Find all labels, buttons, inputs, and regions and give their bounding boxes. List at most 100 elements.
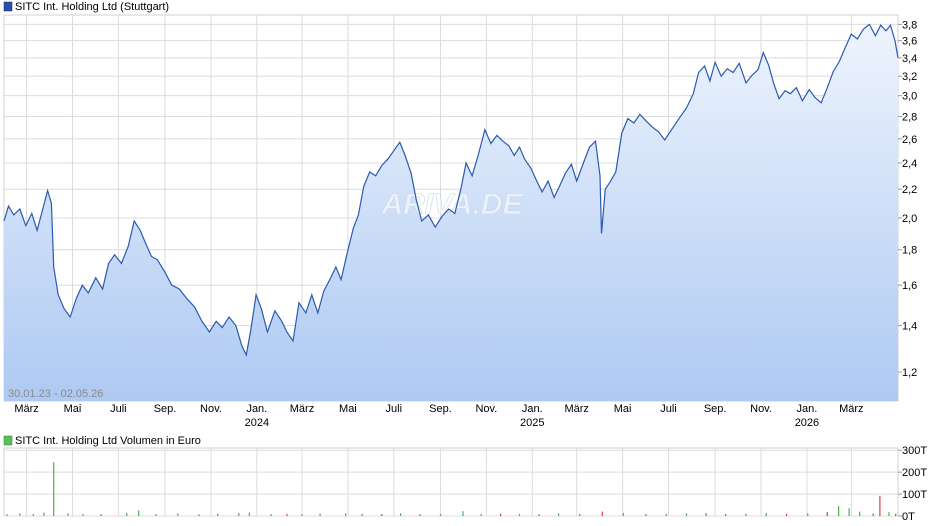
volume-plot-frame: [3, 447, 899, 517]
stock-chart: SITC Int. Holding Ltd (Stuttgart) ARIVA.…: [3, 1, 927, 523]
volume-bar: [622, 512, 624, 516]
volume-y-tick-label: 300T: [902, 445, 927, 457]
price-x-tick-label: Mai: [64, 403, 82, 415]
volume-bar: [480, 514, 482, 516]
volume-bar: [53, 462, 55, 516]
volume-bar: [872, 513, 874, 516]
volume-bar: [238, 513, 240, 516]
price-x-tick-label: Sep.: [154, 403, 177, 415]
price-y-axis: 1,2 1,4 1,6 1,8 2,0 2,2 2,4 2,6 2,8 3,0 3,2 3,4 3,6 3…: [898, 19, 917, 379]
price-x-tick-label: Sep.: [704, 403, 727, 415]
volume-bar: [43, 512, 45, 516]
volume-bar: [601, 511, 603, 516]
volume-bar: [765, 513, 767, 516]
volume-bar: [745, 513, 747, 516]
price-x-year-label: 2024: [245, 417, 269, 429]
volume-bar: [859, 511, 861, 516]
volume-bar: [645, 514, 647, 516]
price-x-tick-label: Nov.: [475, 403, 497, 415]
price-x-tick-label: Sep.: [429, 403, 452, 415]
price-y-tick-label: 3,2: [902, 71, 917, 83]
price-x-tick-label: März: [14, 403, 38, 415]
price-y-tick-label: 3,6: [902, 36, 917, 48]
price-y-tick-label: 3,8: [902, 19, 917, 31]
volume-bar: [32, 513, 34, 516]
volume-bar: [579, 513, 581, 516]
volume-bar: [807, 513, 809, 516]
price-y-tick-label: 2,0: [902, 213, 917, 225]
price-y-tick-label: 2,8: [902, 111, 917, 123]
volume-bar: [270, 514, 272, 516]
date-range-label: 30.01.23 - 02.05.26: [8, 388, 103, 400]
price-x-tick-label: Nov.: [200, 403, 222, 415]
price-x-year-label: 2025: [520, 417, 544, 429]
price-y-tick-label: 1,8: [902, 245, 917, 257]
volume-bar: [786, 513, 788, 516]
price-y-tick-label: 3,4: [902, 53, 917, 65]
volume-bar: [217, 513, 219, 516]
volume-bar: [345, 513, 347, 516]
volume-bar: [286, 513, 288, 516]
volume-bar: [67, 513, 69, 516]
volume-bar: [826, 512, 828, 516]
volume-bar: [361, 513, 363, 516]
price-x-tick-label: Nov.: [750, 403, 772, 415]
volume-bar: [82, 513, 84, 516]
price-y-tick-label: 3,0: [902, 91, 917, 103]
volume-bar: [538, 514, 540, 516]
price-x-tick-label: März: [290, 403, 314, 415]
volume-bar: [400, 513, 402, 516]
price-legend-label: SITC Int. Holding Ltd (Stuttgart): [15, 1, 169, 13]
volume-bar: [248, 512, 250, 516]
volume-legend-swatch: [3, 435, 13, 446]
volume-bar: [879, 495, 881, 516]
price-x-tick-label: Jan.: [797, 403, 818, 415]
volume-y-axis: 0T 100T 200T 300T: [898, 445, 927, 523]
price-x-tick-label: Mai: [339, 403, 357, 415]
volume-bar: [419, 514, 421, 516]
volume-y-tick-label: 0T: [902, 511, 915, 523]
volume-bar: [100, 514, 102, 516]
volume-bar: [705, 512, 707, 516]
price-x-tick-label: Juli: [110, 403, 127, 415]
price-y-tick-label: 1,6: [902, 280, 917, 292]
price-x-year-label: 2026: [795, 417, 819, 429]
volume-bar: [888, 512, 890, 516]
price-y-tick-label: 1,2: [902, 367, 917, 379]
volume-bar: [558, 513, 560, 516]
watermark: ARIVA.DE: [380, 188, 523, 221]
volume-legend-label: SITC Int. Holding Ltd Volumen in Euro: [15, 435, 201, 447]
volume-bar: [319, 513, 321, 516]
volume-bar: [838, 506, 840, 516]
price-y-tick-label: 1,4: [902, 321, 917, 333]
volume-bar: [19, 513, 21, 516]
volume-bar: [301, 514, 303, 516]
price-y-tick-label: 2,2: [902, 184, 917, 196]
price-y-tick-label: 2,4: [902, 158, 917, 170]
volume-bar: [381, 514, 383, 516]
volume-y-tick-label: 100T: [902, 489, 927, 501]
price-x-axis: März Mai Juli Sep. Nov. Jan. 2024 März Mai Juli Se…: [14, 403, 863, 429]
price-x-tick-label: März: [839, 403, 863, 415]
volume-bar: [198, 514, 200, 516]
volume-bar: [138, 510, 140, 516]
price-x-tick-label: Juli: [660, 403, 677, 415]
price-y-tick-label: 2,6: [902, 134, 917, 146]
volume-bar: [439, 513, 442, 516]
volume-bar: [462, 511, 464, 516]
volume-bar: [6, 514, 8, 516]
volume-bar: [155, 514, 157, 516]
volume-bar: [895, 513, 897, 516]
volume-bar: [126, 512, 128, 516]
volume-bar: [500, 513, 502, 516]
volume-bar: [685, 513, 688, 516]
volume-bar: [848, 508, 850, 516]
volume-grid: [4, 448, 898, 517]
volume-y-tick-label: 200T: [902, 467, 927, 479]
volume-bar: [518, 513, 521, 516]
volume-bar: [177, 513, 179, 516]
price-x-tick-label: Jan.: [522, 403, 543, 415]
price-legend-swatch: [3, 1, 13, 12]
volume-bars: [6, 462, 897, 516]
price-x-tick-label: Juli: [386, 403, 403, 415]
